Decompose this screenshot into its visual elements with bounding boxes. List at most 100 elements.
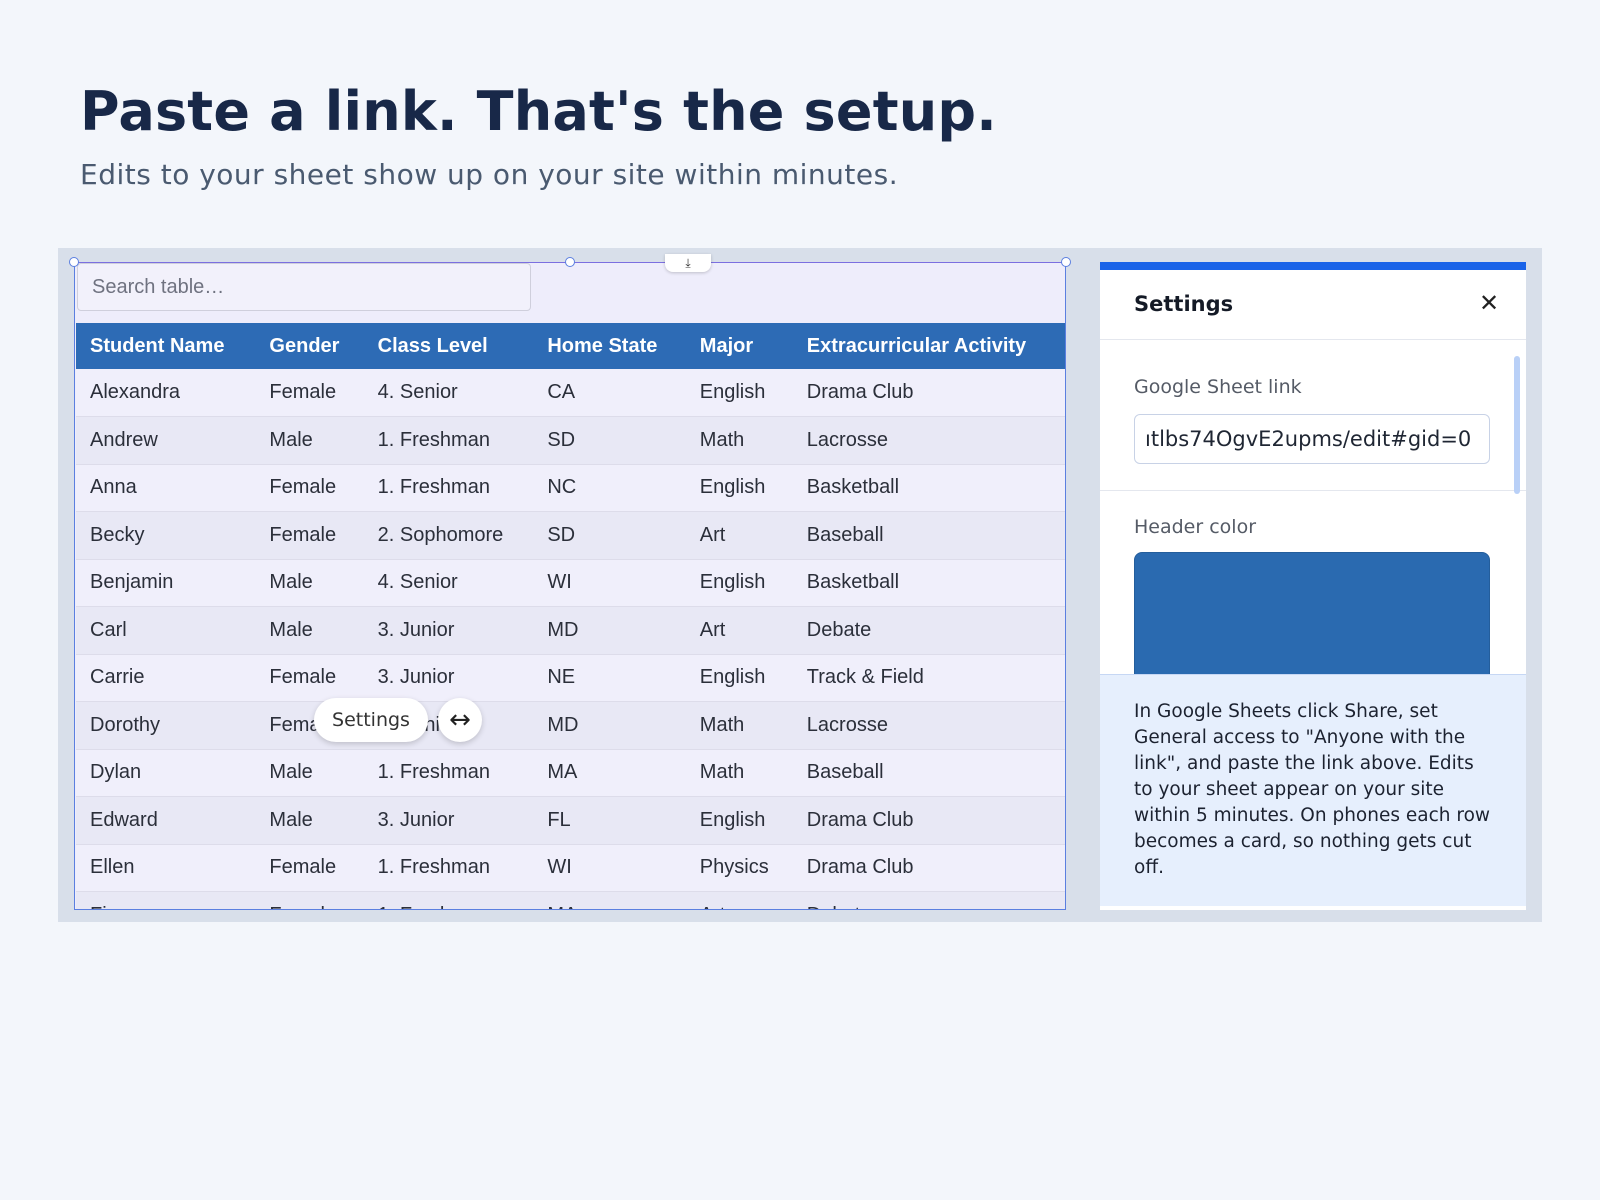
table-cell: Fiona xyxy=(76,891,256,909)
table-row: Dylan Male 1. Freshman MA Math Baseball xyxy=(76,749,1065,797)
column-header[interactable]: Extracurricular Activity xyxy=(792,323,1065,369)
table-cell: English xyxy=(685,796,793,845)
table-cell: Ellen xyxy=(76,844,256,892)
table-cell: 3. Junior xyxy=(363,654,534,702)
table-cell: Male xyxy=(255,559,364,607)
table-cell: Math xyxy=(685,416,793,465)
table-cell: MD xyxy=(533,606,686,655)
panel-scrollbar[interactable] xyxy=(1514,356,1520,494)
table-cell: 4. Senior xyxy=(363,559,534,607)
table-row: Ellen Female 1. Freshman WI Physics Drama Clu… xyxy=(76,844,1065,892)
table-cell: Alexandra xyxy=(76,369,256,417)
table-body: Alexandra Female 4. Senior CA English Drama C… xyxy=(76,369,1065,909)
table-widget[interactable]: Search table… Student Name Gender Class Le… xyxy=(74,262,1066,910)
table-cell: Male xyxy=(255,606,364,655)
data-table: Student Name Gender Class Level Home State M… xyxy=(76,323,1065,909)
table-row: Edward Male 3. Junior FL English Drama Club xyxy=(76,796,1065,845)
column-header[interactable]: Student Name xyxy=(76,323,256,369)
divider xyxy=(1100,490,1526,491)
search-table-input[interactable]: Search table… xyxy=(77,263,531,311)
editor-canvas: Search table… Student Name Gender Class Le… xyxy=(58,248,1542,922)
table-cell: Becky xyxy=(76,511,256,560)
table-cell: Baseball xyxy=(792,511,1065,560)
table-cell: Baseball xyxy=(792,749,1065,797)
table-cell: 1. Freshman xyxy=(363,464,534,512)
table-cell: 1. Freshman xyxy=(363,749,534,797)
table-cell: Physics xyxy=(685,844,793,892)
table-cell: Carrie xyxy=(76,654,256,702)
table-cell: Art xyxy=(685,606,793,655)
table-cell: Art xyxy=(685,891,793,909)
table-cell: Lacrosse xyxy=(792,416,1065,465)
resize-handle-top-middle[interactable] xyxy=(565,257,575,267)
table-row: DorothyFemale4. SeniorMDMathLacrosse xyxy=(76,701,1065,750)
table-cell: WI xyxy=(533,844,686,892)
table-cell: 1. Freshman xyxy=(363,891,534,909)
table-cell: Dorothy xyxy=(76,701,256,750)
table-cell: FL xyxy=(533,796,686,845)
table-cell: WI xyxy=(533,559,686,607)
table-cell: MD xyxy=(533,701,686,750)
table-cell: 3. Junior xyxy=(363,606,534,655)
settings-panel-title: Settings xyxy=(1134,292,1234,316)
table-cell: Debate xyxy=(792,606,1065,655)
table-cell: Female xyxy=(255,464,364,512)
table-cell: English xyxy=(685,464,793,512)
table-cell: English xyxy=(685,369,793,417)
table-cell: English xyxy=(685,559,793,607)
table-cell: Drama Club xyxy=(792,844,1065,892)
table-cell: Male xyxy=(255,796,364,845)
column-header[interactable]: Class Level xyxy=(363,323,534,369)
header-color-label: Header color xyxy=(1134,516,1257,538)
table-cell: Female xyxy=(255,844,364,892)
table-cell: Female xyxy=(255,891,364,909)
table-cell: Edward xyxy=(76,796,256,845)
settings-button[interactable]: Settings xyxy=(314,698,428,742)
table-row: Carl Male 3. Junior MD Art Debate xyxy=(76,606,1065,655)
column-header[interactable]: Home State xyxy=(533,323,686,369)
table-cell: Benjamin xyxy=(76,559,256,607)
hero-title: Paste a link. That's the setup. xyxy=(80,80,997,143)
hero-subtitle: Edits to your sheet show up on your site… xyxy=(80,158,899,191)
table-cell: MA xyxy=(533,749,686,797)
table-row: Anna Female 1. Freshman NC English Basketball xyxy=(76,464,1065,512)
table-cell: 1. Freshman xyxy=(363,844,534,892)
table-row: FionaFemale1. FreshmanMAArtDebate xyxy=(76,891,1065,909)
table-cell: CA xyxy=(533,369,686,417)
column-header[interactable]: Major xyxy=(685,323,793,369)
table-cell: Basketball xyxy=(792,559,1065,607)
table-row: Benjamin Male 4. Senior WI English Basketball xyxy=(76,559,1065,607)
table-cell: Math xyxy=(685,749,793,797)
google-sheet-link-label: Google Sheet link xyxy=(1134,376,1302,398)
table-cell: English xyxy=(685,654,793,702)
table-cell: Drama Club xyxy=(792,796,1065,845)
settings-panel: Settings ✕ Google Sheet link Header colo… xyxy=(1100,262,1526,910)
table-cell: Math xyxy=(685,701,793,750)
table-row: Alexandra Female 4. Senior CA English Drama C… xyxy=(76,369,1065,417)
table-cell: 2. Sophomore xyxy=(363,511,534,560)
table-cell: Female xyxy=(255,369,364,417)
table-header-row: Student Name Gender Class Level Home State M… xyxy=(76,323,1065,369)
drag-handle-icon[interactable]: ⤓ xyxy=(665,254,711,272)
table-cell: Female xyxy=(255,511,364,560)
table-cell: Male xyxy=(255,749,364,797)
header-color-swatch[interactable] xyxy=(1134,552,1490,682)
close-icon[interactable]: ✕ xyxy=(1476,289,1502,317)
table-cell: Dylan xyxy=(76,749,256,797)
table-cell: Lacrosse xyxy=(792,701,1065,750)
google-sheet-link-input[interactable] xyxy=(1134,414,1490,464)
table-cell: Male xyxy=(255,416,364,465)
table-row: Carrie Female 3. Junior NE English Track & Fi… xyxy=(76,654,1065,702)
table-row: Becky Female 2. Sophomore SD Art Baseball xyxy=(76,511,1065,560)
table-cell: Anna xyxy=(76,464,256,512)
table-cell: Basketball xyxy=(792,464,1065,512)
table-cell: SD xyxy=(533,416,686,465)
column-header[interactable]: Gender xyxy=(255,323,364,369)
resize-handle-top-right[interactable] xyxy=(1061,257,1071,267)
resize-handle-top-left[interactable] xyxy=(69,257,79,267)
stretch-icon[interactable]: ↔ xyxy=(438,698,482,742)
table-cell: Carl xyxy=(76,606,256,655)
table-cell: NE xyxy=(533,654,686,702)
help-text: In Google Sheets click Share, set Genera… xyxy=(1100,674,1526,906)
table-cell: NC xyxy=(533,464,686,512)
